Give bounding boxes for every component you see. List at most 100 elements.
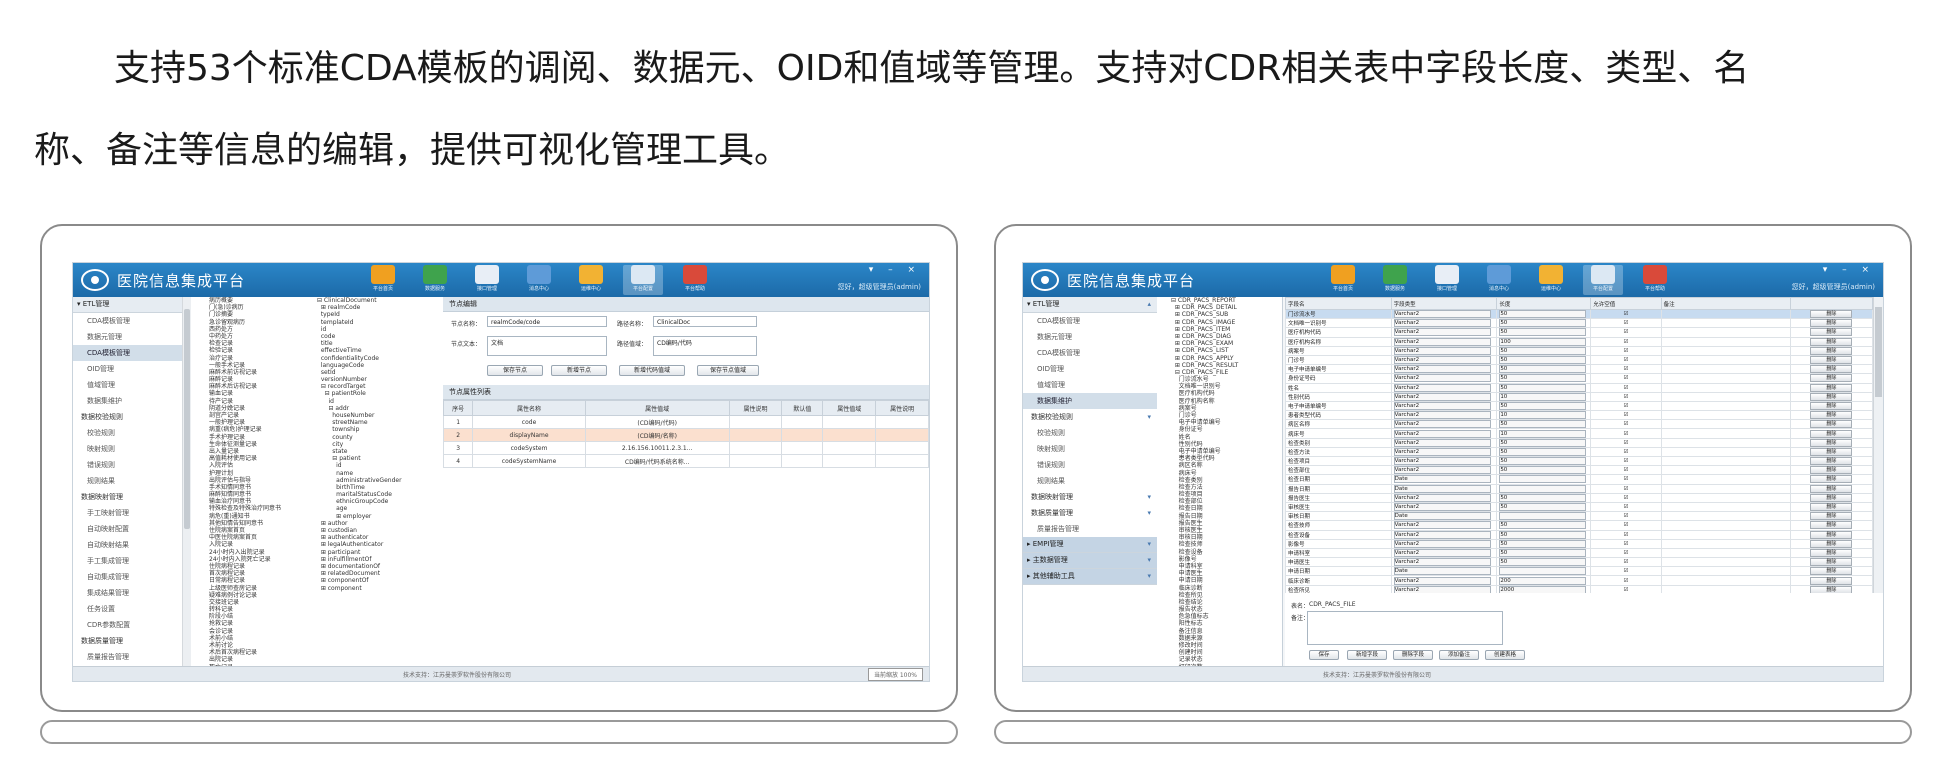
tree-node[interactable]: 生命体征测量记录: [191, 441, 313, 448]
sidebar-section[interactable]: ▸ 其他辅助工具 ▾: [1023, 569, 1157, 585]
field-length-input[interactable]: 10: [1499, 429, 1586, 438]
grid-row[interactable]: 申请医生 Varchar2 50 ☑ 删除: [1285, 557, 1873, 568]
tree-node[interactable]: languageCode: [313, 362, 443, 369]
tree-node[interactable]: ⊞ componentOf: [313, 577, 443, 584]
tree-node[interactable]: 检查方法: [1161, 484, 1282, 491]
node-tree[interactable]: ⊟ ClinicalDocument ⊞ realmCode typeId te…: [313, 297, 444, 667]
path-value-input[interactable]: CD编码/代码: [653, 336, 757, 356]
grid-row[interactable]: 病区名称 Varchar2 50 ☑ 删除: [1285, 419, 1873, 430]
field-type-select[interactable]: Date: [1393, 567, 1492, 576]
grid-row[interactable]: 检查技师 Varchar2 50 ☑ 删除: [1285, 520, 1873, 531]
tree-node[interactable]: ⊞ inFulfillmentOf: [313, 556, 443, 563]
field-length-input[interactable]: 200: [1499, 576, 1586, 585]
delete-row-button[interactable]: 删除: [1810, 457, 1853, 466]
tree-node[interactable]: confidentialityCode: [313, 355, 443, 362]
nullable-checkbox[interactable]: ☑: [1623, 458, 1628, 464]
grid-row[interactable]: 病案号 Varchar2 50 ☑ 删除: [1285, 345, 1873, 356]
grid-row[interactable]: 检查日期 Date ☑ 删除: [1285, 474, 1873, 485]
delete-row-button[interactable]: 删除: [1810, 392, 1853, 401]
tree-node[interactable]: 24小时内入出院记录: [191, 549, 313, 556]
field-type-select[interactable]: Varchar2: [1393, 383, 1492, 392]
grid-row[interactable]: 检查类别 Varchar2 50 ☑ 删除: [1285, 437, 1873, 448]
toolbar-button-6[interactable]: 平台帮助: [1635, 265, 1675, 295]
delete-row-button[interactable]: 删除: [1810, 475, 1853, 484]
nullable-checkbox[interactable]: ☑: [1623, 366, 1628, 372]
tree-node[interactable]: 阴道分娩记录: [191, 405, 313, 412]
field-type-select[interactable]: Varchar2: [1393, 328, 1492, 337]
field-length-input[interactable]: 50: [1499, 401, 1586, 410]
tree-node[interactable]: ⊞ authenticator: [313, 534, 443, 541]
tree-node[interactable]: ⊞ CDR_PACS_SUB: [1161, 311, 1282, 318]
toolbar-button-1[interactable]: 数据服务: [1375, 265, 1415, 295]
tree-node[interactable]: 检查日期: [1161, 505, 1282, 512]
grid-row[interactable]: 身份证号码 Varchar2 50 ☑ 删除: [1285, 373, 1873, 384]
delete-row-button[interactable]: 删除: [1810, 401, 1853, 410]
field-type-select[interactable]: Varchar2: [1393, 365, 1492, 374]
tree-node[interactable]: ⊞ CDR_PACS_DETAIL: [1161, 304, 1282, 311]
nullable-checkbox[interactable]: ☑: [1623, 513, 1628, 519]
tree-node[interactable]: 一般手术记录: [191, 362, 313, 369]
field-length-input[interactable]: [1499, 475, 1586, 484]
grid-row[interactable]: 检查设备 Varchar2 50 ☑ 删除: [1285, 529, 1873, 540]
tree-node[interactable]: 待产记录: [191, 398, 313, 405]
tree-node[interactable]: code: [313, 333, 443, 340]
delete-row-button[interactable]: 删除: [1810, 356, 1853, 365]
grid-row[interactable]: 申请科室 Varchar2 50 ☑ 删除: [1285, 547, 1873, 559]
nullable-checkbox[interactable]: ☑: [1623, 394, 1628, 400]
tree-node[interactable]: ⊞ CDR_PACS_DIAG: [1161, 333, 1282, 340]
field-type-select[interactable]: Varchar2: [1393, 466, 1492, 475]
tree-node[interactable]: effectiveTime: [313, 347, 443, 354]
sidebar-item[interactable]: 自动集成管理: [73, 569, 191, 585]
nullable-checkbox[interactable]: ☑: [1623, 412, 1628, 418]
field-length-input[interactable]: 50: [1499, 548, 1586, 557]
tree-node[interactable]: streetName: [313, 419, 443, 426]
nullable-checkbox[interactable]: ☑: [1623, 578, 1628, 584]
tree-node[interactable]: 检查所见: [1161, 592, 1282, 599]
field-length-input[interactable]: 50: [1499, 356, 1586, 365]
grid-row[interactable]: 性别代码 Varchar2 10 ☑ 删除: [1285, 391, 1873, 402]
tree-node[interactable]: 麻醉术前访视记录: [191, 369, 313, 376]
toolbar-button-1[interactable]: 数据服务: [415, 265, 455, 295]
grid-row[interactable]: 临床诊断 Varchar2 200 ☑ 删除: [1285, 575, 1873, 586]
field-length-input[interactable]: 50: [1499, 319, 1586, 328]
tree-node[interactable]: 检查技师: [1161, 541, 1282, 548]
tree-node[interactable]: 出院记录: [191, 656, 313, 663]
grid-row[interactable]: 医疗机构名称 Varchar2 100 ☑ 删除: [1285, 336, 1873, 347]
grid-row[interactable]: 报告医生 Varchar2 50 ☑ 删除: [1285, 492, 1873, 503]
sidebar-item[interactable]: 错误规则: [1023, 457, 1157, 473]
nullable-checkbox[interactable]: ☑: [1623, 568, 1628, 574]
tree-node[interactable]: ⊟ addr: [313, 405, 443, 412]
zoom-indicator[interactable]: 当前缩放 100%: [867, 668, 923, 681]
sidebar-item[interactable]: CDA模板管理: [1023, 313, 1157, 329]
delete-row-button[interactable]: 删除: [1810, 383, 1853, 392]
grid-row[interactable]: 检查所见 Varchar2 2000 ☑ 删除: [1285, 584, 1873, 593]
tree-node[interactable]: administrativeGender: [313, 477, 443, 484]
grid-scrollbar[interactable]: [1873, 297, 1883, 593]
tree-node[interactable]: 数据来源: [1161, 635, 1282, 642]
nullable-checkbox[interactable]: ☑: [1623, 403, 1628, 409]
sidebar-group[interactable]: 数据校验规则: [73, 409, 191, 425]
field-length-input[interactable]: [1499, 484, 1586, 493]
nullable-checkbox[interactable]: ☑: [1623, 421, 1628, 427]
tree-node[interactable]: ⊟ CDR_PACS_FILE: [1161, 369, 1282, 376]
tree-node[interactable]: setId: [313, 369, 443, 376]
tree-node[interactable]: templateId: [313, 319, 443, 326]
grid-row[interactable]: 检查项目 Varchar2 50 ☑ 删除: [1285, 455, 1873, 467]
template-tree[interactable]: 病历概要 门(急)诊病历 门诊摘要 急诊留观病历 西药处方 中药处方 检查记录 检验记录 治疗记…: [191, 297, 314, 667]
grid-row[interactable]: 患者类型代码 Varchar2 10 ☑ 删除: [1285, 410, 1873, 421]
field-length-input[interactable]: 50: [1499, 530, 1586, 539]
delete-row-button[interactable]: 删除: [1810, 411, 1853, 420]
field-length-input[interactable]: 50: [1499, 438, 1586, 447]
field-type-select[interactable]: Varchar2: [1393, 319, 1492, 328]
tree-node[interactable]: name: [313, 470, 443, 477]
field-type-select[interactable]: Varchar2: [1393, 576, 1492, 585]
add-field-button[interactable]: 新增字段: [1347, 650, 1387, 660]
field-type-select[interactable]: Varchar2: [1393, 457, 1492, 466]
nullable-checkbox[interactable]: ☑: [1623, 348, 1628, 354]
delete-row-button[interactable]: 删除: [1810, 530, 1853, 539]
tree-node[interactable]: 姓名: [1161, 434, 1282, 441]
tree-node[interactable]: township: [313, 426, 443, 433]
tree-node[interactable]: 会诊记录: [191, 628, 313, 635]
grid-row[interactable]: 影像号 Varchar2 50 ☑ 删除: [1285, 538, 1873, 549]
sidebar-section[interactable]: ▸ 主数据管理 ▾: [1023, 553, 1157, 569]
